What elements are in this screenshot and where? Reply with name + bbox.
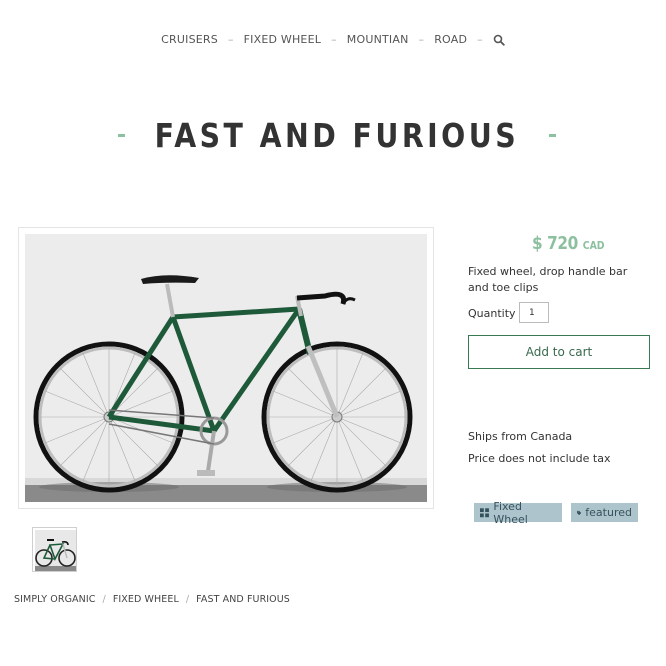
- tax-note: Price does not include tax: [468, 452, 611, 465]
- page-title-block: FAST AND FURIOUS: [118, 112, 556, 158]
- grid-icon: [480, 507, 489, 517]
- page-title: FAST AND FURIOUS: [154, 115, 520, 155]
- breadcrumb: SIMPLY ORGANIC / FIXED WHEEL / FAST AND …: [14, 594, 290, 605]
- nav-item-road[interactable]: ROAD: [434, 33, 467, 46]
- price-amount: $ 720: [532, 233, 578, 254]
- breadcrumb-item-home[interactable]: SIMPLY ORGANIC: [14, 594, 96, 605]
- bicycle-thumbnail-photo: [35, 530, 76, 571]
- nav-item-mountian[interactable]: MOUNTIAN: [347, 33, 409, 46]
- tag-icon: [577, 510, 582, 515]
- shipping-note: Ships from Canada: [468, 430, 573, 443]
- nav-separator: –: [331, 33, 337, 46]
- title-rule-left: [118, 133, 126, 137]
- nav-separator: –: [477, 33, 483, 46]
- add-to-cart-button[interactable]: Add to cart: [468, 335, 650, 369]
- tag-featured[interactable]: featured: [571, 503, 638, 522]
- product-description: Fixed wheel, drop handle bar and toe cli…: [468, 265, 628, 294]
- nav-separator: –: [227, 33, 234, 46]
- quantity-label: Quantity: [468, 307, 516, 320]
- tag-label: Fixed Wheel: [493, 499, 528, 526]
- nav-item-cruisers[interactable]: CRUISERS: [161, 33, 218, 46]
- breadcrumb-item-collection[interactable]: FIXED WHEEL: [113, 594, 179, 605]
- title-rule-right: [548, 133, 556, 137]
- quantity-input[interactable]: [519, 302, 549, 323]
- product-price: $ 720 CAD: [532, 233, 605, 254]
- search-icon[interactable]: [493, 34, 505, 46]
- nav-item-fixed-wheel[interactable]: FIXED WHEEL: [244, 33, 321, 46]
- breadcrumb-separator: /: [185, 594, 190, 605]
- bicycle-photo: [25, 234, 427, 502]
- breadcrumb-separator: /: [102, 594, 106, 605]
- tag-label: featured: [585, 506, 632, 519]
- breadcrumb-item-current: FAST AND FURIOUS: [196, 594, 290, 605]
- product-image[interactable]: [18, 227, 434, 509]
- nav-separator: –: [418, 33, 425, 46]
- product-thumbnail[interactable]: [32, 527, 77, 572]
- main-nav: CRUISERS – FIXED WHEEL – MOUNTIAN – ROAD…: [0, 33, 666, 46]
- tag-fixed-wheel[interactable]: Fixed Wheel: [474, 500, 562, 526]
- price-currency: CAD: [582, 239, 605, 252]
